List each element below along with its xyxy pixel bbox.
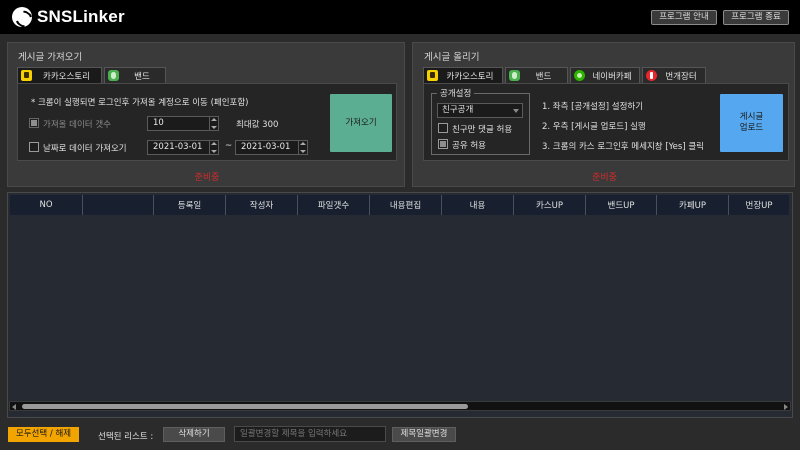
column-header-band-up[interactable]: 밴드UP: [586, 195, 657, 215]
visibility-select[interactable]: 친구공개: [437, 103, 523, 118]
naver-cafe-icon: [574, 70, 585, 81]
app-header: SNSLinker 프로그램 안내 프로그램 종료: [0, 0, 800, 34]
upload-panel: 게시글 올리기 카카오스토리 밴드 네이버카페 번개장터 공개설정 친구공개 친…: [412, 42, 795, 187]
column-header-file-count[interactable]: 파일갯수: [298, 195, 370, 215]
bungae-icon: [646, 70, 657, 81]
count-spin-arrows-icon[interactable]: [209, 117, 218, 130]
upload-step-2: 2. 우측 [게시글 업로드] 실행: [542, 122, 646, 132]
upload-panel-title: 게시글 올리기: [424, 52, 480, 63]
date-filter-label: 날짜로 데이터 가져오기: [43, 144, 127, 154]
kakaostory-icon: [427, 70, 438, 81]
date-separator: ~: [225, 141, 233, 151]
upload-tabbar: 카카오스토리 밴드 네이버카페 번개장터: [423, 67, 708, 83]
date-filter-checkbox[interactable]: [29, 142, 39, 152]
column-header-edit-content[interactable]: 내용편집: [370, 195, 442, 215]
date-from-spin-icon[interactable]: [209, 141, 218, 154]
friends-comment-checkbox[interactable]: [438, 123, 448, 133]
import-status: 준비중: [194, 173, 220, 183]
selected-list-label: 선택된 리스트 :: [98, 432, 154, 442]
column-header-content[interactable]: 내용: [442, 195, 514, 215]
friends-comment-label: 친구만 댓글 허용: [452, 125, 513, 135]
tab-upload-kakaostory[interactable]: 카카오스토리: [423, 67, 503, 83]
share-allow-label: 공유 허용: [452, 141, 486, 151]
import-tabbar: 카카오스토리 밴드: [17, 67, 168, 83]
column-header-author[interactable]: 작성자: [226, 195, 298, 215]
column-header-cafe-up[interactable]: 카페UP: [657, 195, 729, 215]
upload-step-3: 3. 크롬의 카스 로그인후 메세지창 [Yes] 클릭: [542, 142, 704, 152]
column-header-no[interactable]: NO: [10, 195, 83, 215]
band-icon: [509, 70, 520, 81]
scroll-right-icon[interactable]: [784, 404, 788, 410]
count-checkbox[interactable]: [29, 118, 39, 128]
count-input[interactable]: 10: [147, 116, 219, 131]
select-all-toggle-button[interactable]: 모두선택 / 해제: [8, 427, 79, 442]
max-value-label: 최대값 300: [236, 120, 279, 130]
post-table: NO 등록일 작성자 파일갯수 내용편집 내용 카스UP 밴드UP 카페UP 번…: [7, 192, 793, 418]
table-horizontal-scrollbar[interactable]: [9, 401, 791, 411]
date-to-input[interactable]: 2021-03-01: [235, 140, 308, 155]
table-header: NO 등록일 작성자 파일갯수 내용편집 내용 카스UP 밴드UP 카페UP 번…: [10, 195, 789, 215]
kakaostory-icon: [21, 70, 32, 81]
snslinker-logo-icon: [12, 7, 32, 27]
import-panel: 게시글 가져오기 카카오스토리 밴드 * 크롬이 실행되면 로그인후 가져올 계…: [7, 42, 405, 187]
upload-status: 준비중: [592, 173, 617, 183]
column-header-bungae-up[interactable]: 번장UP: [729, 195, 789, 215]
app-logo: SNSLinker: [12, 7, 125, 27]
delete-button[interactable]: 삭제하기: [163, 427, 225, 442]
column-header-date[interactable]: 등록일: [154, 195, 226, 215]
tab-import-kakaostory[interactable]: 카카오스토리: [17, 67, 102, 83]
upload-step-1: 1. 좌측 [공개설정] 설정하기: [542, 102, 644, 112]
import-button[interactable]: 가져오기: [330, 94, 392, 152]
upload-post-button[interactable]: 게시글 업로드: [720, 94, 783, 152]
count-label: 가져올 데이터 갯수: [43, 120, 111, 130]
tab-upload-bungae[interactable]: 번개장터: [642, 67, 706, 83]
column-header-kakaostory-up[interactable]: 카스UP: [514, 195, 586, 215]
date-from-input[interactable]: 2021-03-01: [147, 140, 219, 155]
program-guide-button[interactable]: 프로그램 안내: [651, 10, 717, 25]
scrollbar-thumb[interactable]: [22, 404, 468, 409]
date-to-spin-icon[interactable]: [298, 141, 307, 154]
chevron-down-icon: [513, 109, 519, 113]
column-header-blank[interactable]: [83, 195, 154, 215]
bulk-title-input[interactable]: [234, 426, 386, 442]
program-exit-button[interactable]: 프로그램 종료: [723, 10, 789, 25]
tab-upload-naver-cafe[interactable]: 네이버카페: [570, 67, 640, 83]
tab-upload-band[interactable]: 밴드: [505, 67, 568, 83]
band-icon: [108, 70, 119, 81]
app-name: SNSLinker: [37, 7, 125, 26]
visibility-group-title: 공개설정: [437, 87, 475, 99]
tab-import-band[interactable]: 밴드: [104, 67, 166, 83]
scroll-left-icon[interactable]: [12, 404, 16, 410]
import-panel-title: 게시글 가져오기: [18, 52, 83, 63]
import-notice: * 크롬이 실행되면 로그인후 가져올 계정으로 이동 (페인포함): [31, 98, 249, 108]
bulk-title-change-button[interactable]: 제목일괄변경: [392, 427, 456, 442]
share-allow-checkbox[interactable]: [438, 139, 448, 149]
